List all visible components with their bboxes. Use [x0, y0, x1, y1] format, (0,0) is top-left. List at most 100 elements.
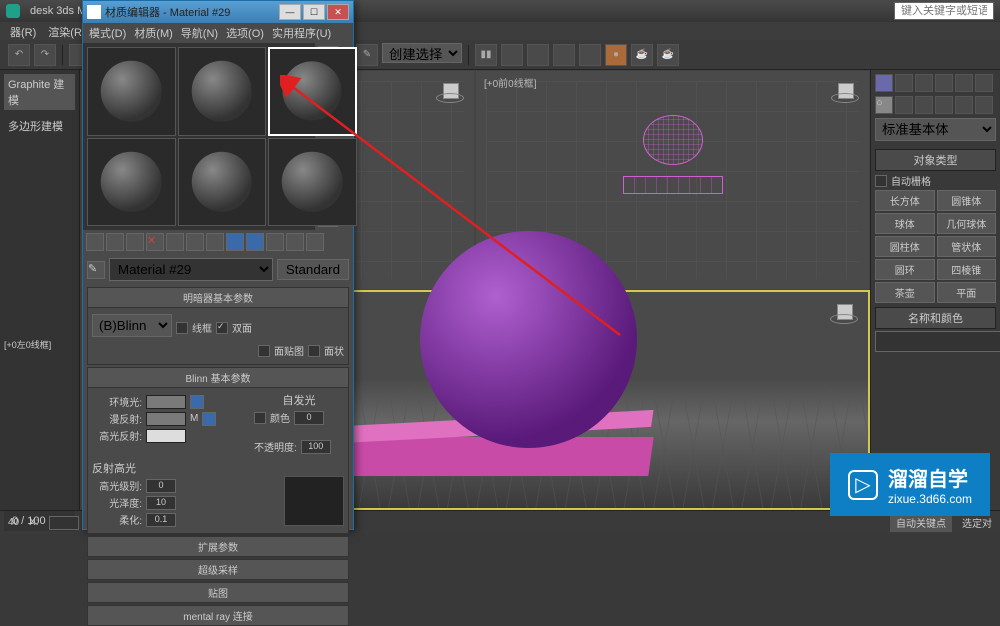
teapot-button[interactable]: 茶壶	[875, 282, 935, 303]
create-tab[interactable]	[875, 74, 893, 92]
material-editor-titlebar[interactable]: 材质编辑器 - Material #29 — ☐ ✕	[83, 1, 353, 23]
mat-menu-utils[interactable]: 实用程序(U)	[272, 25, 331, 41]
go-parent-icon[interactable]	[286, 233, 304, 251]
spacewarps-icon[interactable]	[975, 96, 993, 114]
mat-menu-material[interactable]: 材质(M)	[134, 25, 173, 41]
assign-to-sel-icon[interactable]	[126, 233, 144, 251]
rollout-objtype[interactable]: 对象类型	[875, 149, 996, 171]
put-to-lib-icon[interactable]	[206, 233, 224, 251]
autogrid-checkbox[interactable]	[875, 175, 887, 187]
spec-level-spinner[interactable]: 0	[146, 479, 176, 493]
go-forward-icon[interactable]	[306, 233, 324, 251]
lights-icon[interactable]	[915, 96, 933, 114]
material-type-button[interactable]: Standard	[277, 259, 349, 280]
selection-set-dropdown[interactable]: 创建选择集	[382, 43, 462, 63]
get-material-icon[interactable]	[86, 233, 104, 251]
category-dropdown[interactable]: 标准基本体	[875, 118, 996, 141]
cone-button[interactable]: 圆锥体	[937, 190, 997, 211]
make-unique-icon[interactable]	[186, 233, 204, 251]
utilities-tab[interactable]	[975, 74, 993, 92]
curve-editor-button[interactable]	[553, 44, 575, 66]
diffuse-swatch[interactable]	[146, 412, 186, 426]
wire-checkbox[interactable]	[176, 322, 188, 334]
pick-from-obj-icon[interactable]: ✎	[87, 261, 105, 279]
rollout-blinn-basic[interactable]: Blinn 基本参数	[87, 367, 349, 388]
cameras-icon[interactable]	[935, 96, 953, 114]
close-button[interactable]: ✕	[327, 4, 349, 20]
selfillum-color-checkbox[interactable]	[254, 412, 266, 424]
put-to-scene-icon[interactable]	[106, 233, 124, 251]
mat-menu-options[interactable]: 选项(O)	[226, 25, 264, 41]
sample-slot-4[interactable]	[87, 138, 176, 227]
viewcube[interactable]	[436, 79, 466, 109]
maximize-button[interactable]: ☐	[303, 4, 325, 20]
box-button[interactable]: 长方体	[875, 190, 935, 211]
search-input[interactable]	[894, 2, 994, 20]
ambient-swatch[interactable]	[146, 395, 186, 409]
tube-button[interactable]: 管状体	[937, 236, 997, 257]
selfillum-spinner[interactable]: 0	[294, 411, 324, 425]
poly-mode[interactable]: 多边形建模	[4, 114, 75, 138]
mat-menu-mode[interactable]: 模式(D)	[89, 25, 126, 41]
rollout-extended[interactable]: 扩展参数	[87, 536, 349, 557]
pyramid-button[interactable]: 四棱锥	[937, 259, 997, 280]
mirror-button[interactable]: ▮▮	[475, 44, 497, 66]
sample-slot-2[interactable]	[178, 47, 267, 136]
sample-slot-5[interactable]	[178, 138, 267, 227]
menu-renderer[interactable]: 器(R)	[10, 24, 36, 38]
twoside-checkbox[interactable]	[216, 322, 228, 334]
sample-slot-3[interactable]	[268, 47, 357, 136]
layers-button[interactable]	[527, 44, 549, 66]
rollout-mental[interactable]: mental ray 连接	[87, 605, 349, 626]
sample-slot-6[interactable]	[268, 138, 357, 227]
sphere-object[interactable]	[420, 231, 637, 448]
render-setup-button[interactable]: ☕	[631, 44, 653, 66]
geometry-icon[interactable]: ○	[875, 96, 893, 114]
graphite-tab[interactable]: Graphite 建模	[4, 74, 75, 110]
helpers-icon[interactable]	[955, 96, 973, 114]
modify-tab[interactable]	[895, 74, 913, 92]
mat-menu-nav[interactable]: 导航(N)	[181, 25, 218, 41]
named-sel[interactable]: ✎	[356, 44, 378, 66]
x-spinner[interactable]	[49, 516, 79, 530]
sample-slot-1[interactable]	[87, 47, 176, 136]
viewcube[interactable]	[831, 79, 861, 109]
undo-button[interactable]: ↶	[8, 44, 30, 66]
diffuse-lock-icon[interactable]	[202, 412, 216, 426]
gloss-spinner[interactable]: 10	[146, 496, 176, 510]
schematic-button[interactable]	[579, 44, 601, 66]
render-button[interactable]: ☕	[657, 44, 679, 66]
opacity-spinner[interactable]: 100	[301, 440, 331, 454]
rollout-maps[interactable]: 贴图	[87, 582, 349, 603]
plane-button[interactable]: 平面	[937, 282, 997, 303]
redo-button[interactable]: ↷	[34, 44, 56, 66]
specular-swatch[interactable]	[146, 429, 186, 443]
reset-map-icon[interactable]: ✕	[146, 233, 164, 251]
ambient-lock-icon[interactable]	[190, 395, 204, 409]
faceted-checkbox[interactable]	[308, 345, 320, 357]
motion-tab[interactable]	[935, 74, 953, 92]
geosphere-button[interactable]: 几何球体	[937, 213, 997, 234]
cylinder-button[interactable]: 圆柱体	[875, 236, 935, 257]
rollout-namecolor[interactable]: 名称和颜色	[875, 307, 996, 329]
facemap-checkbox[interactable]	[258, 345, 270, 357]
show-map-icon[interactable]	[246, 233, 264, 251]
rollout-shader-basic[interactable]: 明暗器基本参数	[87, 287, 349, 308]
viewcube[interactable]	[830, 300, 860, 330]
material-editor-button[interactable]: ●	[605, 44, 627, 66]
show-end-icon[interactable]	[266, 233, 284, 251]
soften-spinner[interactable]: 0.1	[146, 513, 176, 527]
shapes-icon[interactable]	[895, 96, 913, 114]
sphere-button[interactable]: 球体	[875, 213, 935, 234]
mat-id-icon[interactable]	[226, 233, 244, 251]
minimize-button[interactable]: —	[279, 4, 301, 20]
torus-button[interactable]: 圆环	[875, 259, 935, 280]
make-copy-icon[interactable]	[166, 233, 184, 251]
menu-render[interactable]: 渲染(R)	[48, 24, 85, 38]
material-name-dropdown[interactable]: Material #29	[109, 258, 273, 281]
shader-dropdown[interactable]: (B)Blinn	[92, 314, 172, 337]
hierarchy-tab[interactable]	[915, 74, 933, 92]
display-tab[interactable]	[955, 74, 973, 92]
rollout-supersample[interactable]: 超级采样	[87, 559, 349, 580]
align-button[interactable]	[501, 44, 523, 66]
